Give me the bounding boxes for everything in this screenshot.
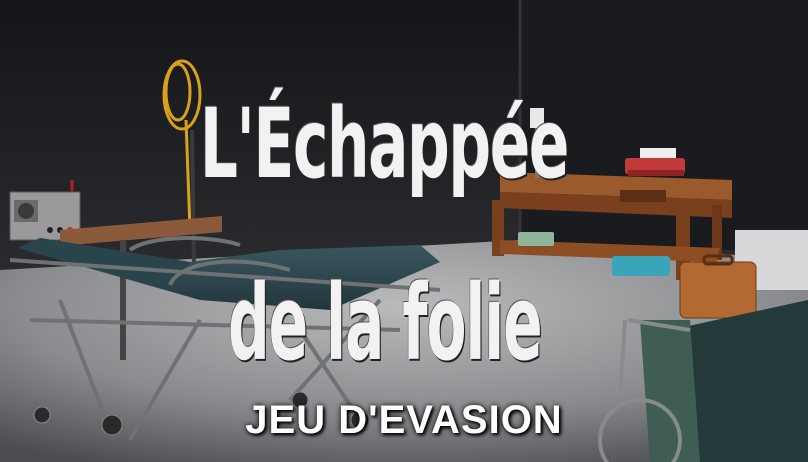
brown-suitcase [679, 254, 757, 319]
escape-room-poster: L'Échappée de la folie JEU D'EVASION [0, 0, 808, 462]
blue-case [612, 256, 670, 276]
green-box [518, 232, 554, 246]
room-photo [0, 0, 808, 462]
